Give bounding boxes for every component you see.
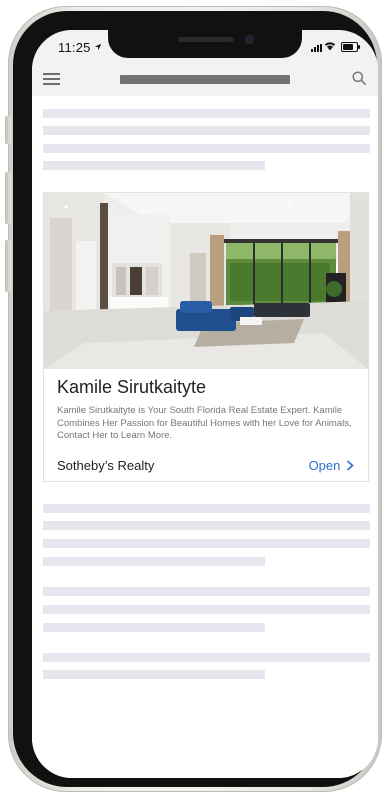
skeleton-line (43, 623, 265, 632)
open-button-label: Open (308, 458, 341, 473)
status-bar: 11:25 (32, 30, 378, 64)
skeleton-line (43, 539, 370, 548)
skeleton-line (43, 126, 370, 135)
address-bar[interactable] (120, 75, 290, 84)
chevron-right-icon (346, 460, 354, 471)
search-icon[interactable] (352, 71, 366, 85)
cellular-signal-icon (311, 44, 322, 52)
open-button[interactable]: Open (309, 458, 354, 473)
card-description: Kamile Sirutkaityte is Your South Florid… (57, 405, 352, 441)
card-source: Sotheby’s Realty (57, 458, 155, 473)
skeleton-line (43, 587, 370, 596)
card-image[interactable] (44, 193, 368, 369)
notch (108, 30, 302, 58)
mute-switch (5, 116, 11, 144)
skeleton-line (43, 557, 265, 566)
skeleton-line (43, 144, 370, 153)
skeleton-line (43, 504, 370, 513)
skeleton-line (43, 521, 370, 530)
battery-level (343, 44, 354, 50)
skeleton-line (43, 605, 370, 614)
front-camera (246, 36, 253, 43)
battery-icon (341, 42, 360, 52)
volume-up-button (5, 172, 11, 224)
status-time: 11:25 (58, 40, 91, 55)
volume-down-button (5, 240, 11, 292)
wifi-icon (325, 42, 335, 51)
skeleton-line (43, 109, 370, 118)
skeleton-line (43, 670, 265, 679)
skeleton-line (43, 653, 370, 662)
speaker-grille (178, 37, 234, 42)
phone-screen: 11:25 Kamile Sirutkaityte Kamile Sirutka… (32, 30, 378, 778)
skeleton-line (43, 161, 265, 170)
page-content: Kamile Sirutkaityte Kamile Sirutkaityte … (32, 96, 378, 778)
living-room-photo (44, 193, 368, 369)
location-arrow-icon (94, 43, 102, 51)
card-title[interactable]: Kamile Sirutkaityte (57, 377, 206, 398)
browser-nav-bar (32, 64, 378, 96)
hamburger-menu-icon[interactable] (43, 73, 60, 86)
promoted-card[interactable]: Kamile Sirutkaityte Kamile Sirutkaityte … (43, 192, 369, 482)
